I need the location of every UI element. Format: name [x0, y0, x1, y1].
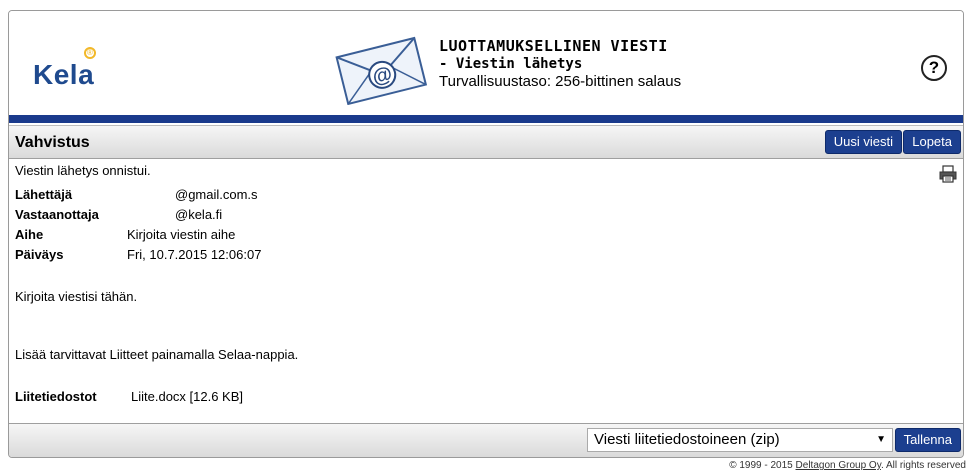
envelope-at-icon: @: [335, 36, 428, 105]
copyright-footer: © 1999 - 2015 Deltagon Group Oy. All rig…: [729, 460, 966, 471]
status-message: Viestin lähetys onnistui.: [15, 163, 151, 178]
page-title: LUOTTAMUKSELLINEN VIESTI: [439, 37, 668, 55]
header: Kela ® @ LUOTTAMUKSELLINEN VIESTI - Vies…: [9, 11, 963, 115]
security-level-text: Turvallisuustaso: 256-bittinen salaus: [439, 73, 682, 90]
copyright-suffix: . All rights reserved: [880, 460, 966, 471]
save-button[interactable]: Tallenna: [894, 428, 961, 452]
chevron-down-icon: ▼: [876, 434, 886, 445]
print-icon[interactable]: [939, 165, 957, 183]
sender-label: Lähettäjä: [15, 187, 73, 202]
recipient-value: @kela.fi: [175, 207, 223, 222]
date-value: Fri, 10.7.2015 12:06:07: [127, 247, 262, 262]
attachments-value: Liite.docx [12.6 KB]: [131, 389, 244, 404]
message-body: Kirjoita viestisi tähän.: [15, 289, 138, 304]
recipient-label: Vastaanottaja: [15, 207, 99, 222]
copyright-prefix: © 1999 - 2015: [729, 460, 796, 471]
subject-label: Aihe: [15, 227, 44, 242]
subject-value: Kirjoita viestin aihe: [127, 227, 236, 242]
help-icon[interactable]: ?: [921, 55, 947, 81]
sender-value: @gmail.com.s: [175, 187, 258, 202]
kela-logo: Kela: [33, 59, 95, 90]
new-message-button[interactable]: Uusi viesti: [824, 130, 902, 154]
attachments-label: Liitetiedostot: [15, 389, 97, 404]
header-divider-band: [9, 115, 963, 123]
company-link[interactable]: Deltagon Group Oy: [796, 460, 881, 471]
registered-mark-icon: ®: [84, 47, 96, 59]
attachments-hint: Lisää tarvittavat Liitteet painamalla Se…: [15, 347, 299, 362]
secure-message-window: Kela ® @ LUOTTAMUKSELLINEN VIESTI - Vies…: [8, 10, 964, 458]
bottom-toolbar: Viesti liitetiedostoineen (zip) ▼ Tallen…: [9, 423, 963, 457]
section-title: Vahvistus: [15, 134, 90, 151]
download-format-select[interactable]: Viesti liitetiedostoineen (zip) ▼: [587, 428, 893, 452]
download-format-value: Viesti liitetiedostoineen (zip): [594, 431, 780, 448]
title-block: LUOTTAMUKSELLINEN VIESTI - Viestin lähet…: [439, 37, 681, 90]
page-subtitle: - Viestin lähetys: [439, 56, 583, 72]
section-titlebar: Vahvistus Uusi viesti Lopeta: [9, 125, 963, 159]
quit-button[interactable]: Lopeta: [903, 130, 961, 154]
date-label: Päiväys: [15, 247, 64, 262]
